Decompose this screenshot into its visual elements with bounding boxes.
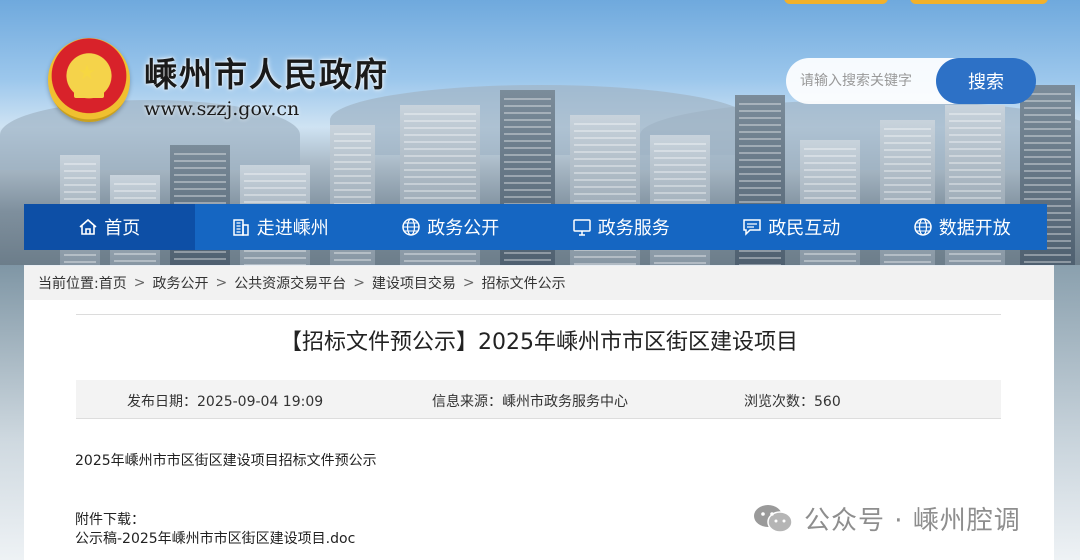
site-url: www.szzj.gov.cn	[144, 98, 300, 120]
article-title: 【招标文件预公示】2025年嵊州市市区街区建设项目	[280, 330, 798, 355]
info-source: 信息来源：嵊州市政务服务中心	[432, 394, 628, 410]
breadcrumb-item-construction[interactable]: 建设项目交易	[372, 273, 456, 293]
breadcrumb-separator: >	[133, 275, 146, 291]
nav-item-gov-service[interactable]: 政务服务	[536, 204, 707, 250]
nav-item-home[interactable]: 首页	[24, 204, 195, 250]
breadcrumb-prefix: 当前位置:	[38, 276, 99, 292]
wechat-icon	[754, 504, 793, 533]
nav-item-gov-affairs[interactable]: 政务公开	[365, 204, 536, 250]
monitor-icon	[573, 219, 591, 236]
top-tab-1[interactable]	[784, 0, 888, 4]
breadcrumb-item-tender-notice[interactable]: 招标文件公示	[482, 273, 566, 293]
home-icon	[79, 218, 97, 235]
nav-item-label: 首页	[104, 218, 141, 239]
breadcrumb-separator: >	[215, 275, 228, 291]
side-decoration-left	[0, 265, 24, 560]
globe-icon	[914, 218, 932, 236]
nav-item-label: 数据开放	[938, 218, 1011, 239]
nav-item-interaction[interactable]: 政民互动	[706, 204, 877, 250]
side-decoration-right	[1054, 265, 1080, 560]
breadcrumb-item-trading-platform[interactable]: 公共资源交易平台	[234, 273, 346, 293]
watermark-text: 公众号 · 嵊州腔调	[804, 506, 1021, 536]
attachment-label: 附件下载：	[75, 512, 145, 528]
national-emblem-icon: ★	[48, 38, 130, 122]
nav-item-label: 政民互动	[768, 218, 841, 239]
nav-item-open-data[interactable]: 数据开放	[877, 204, 1048, 250]
article-body: 2025年嵊州市市区街区建设项目招标文件预公示	[75, 453, 377, 469]
nav-item-label: 走进嵊州	[256, 218, 329, 239]
nav-item-label: 政务服务	[597, 218, 670, 239]
search-button[interactable]: 搜索	[936, 58, 1036, 104]
breadcrumb-item-gov-affairs[interactable]: 政务公开	[152, 273, 208, 293]
article-meta: 发布日期：2025-09-04 19:09 信息来源：嵊州市政务服务中心 浏览次…	[76, 380, 1001, 419]
search-box: 搜索	[786, 58, 1036, 104]
building-icon	[233, 219, 249, 236]
breadcrumb-separator: >	[353, 275, 365, 291]
view-count: 浏览次数：560	[744, 394, 841, 410]
watermark: 公众号 · 嵊州腔调	[752, 500, 1021, 537]
divider	[76, 314, 1001, 315]
nav-item-label: 政务公开	[427, 218, 500, 239]
breadcrumb-item-home[interactable]: 首页	[99, 273, 127, 293]
nav-item-about[interactable]: 走进嵊州	[195, 204, 366, 250]
site-title: 嵊州市人民政府	[144, 55, 389, 94]
globe-icon	[402, 218, 420, 236]
breadcrumb-separator: >	[462, 275, 475, 291]
breadcrumb: 当前位置: 首页 > 政务公开 > 公共资源交易平台 > 建设项目交易 > 招标…	[24, 266, 1054, 300]
publish-date: 发布日期：2025-09-04 19:09	[127, 394, 324, 410]
top-tab-2[interactable]	[910, 0, 1048, 4]
main-nav: 首页 走进嵊州 政务公开 政务服务 政民互动 数据开放	[24, 204, 1047, 250]
attachment-link[interactable]: 公示稿-2025年嵊州市市区街区建设项目.doc	[75, 528, 355, 548]
chat-icon	[743, 219, 761, 236]
